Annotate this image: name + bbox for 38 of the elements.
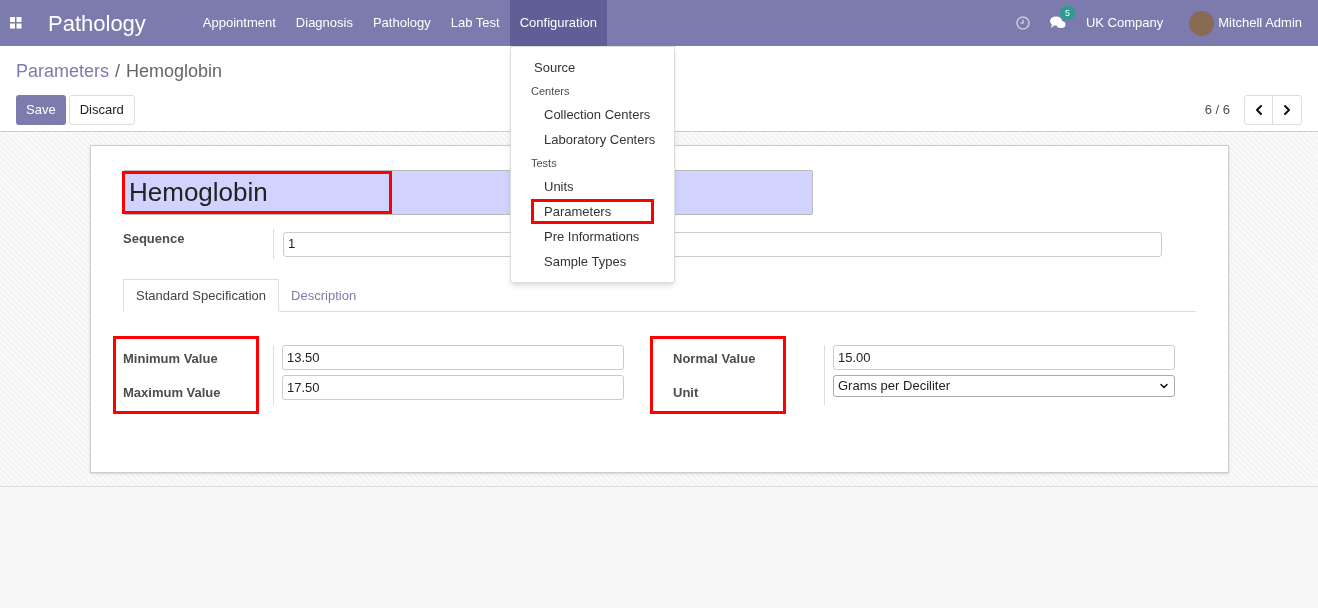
apps-grid-icon[interactable] xyxy=(10,17,22,29)
dropdown-item[interactable]: Parameters xyxy=(531,199,654,224)
field-label: Sequence xyxy=(123,230,186,248)
discard-button[interactable]: Discard xyxy=(68,95,135,125)
menu-item[interactable]: Configuration xyxy=(509,0,608,46)
value-field[interactable]: 13.50 xyxy=(282,345,624,370)
message-count-badge: 5 xyxy=(1059,6,1075,20)
app-name: Pathology xyxy=(48,9,146,38)
dropdown-item[interactable]: Source xyxy=(529,55,674,80)
menu-item[interactable]: Lab Test xyxy=(440,0,510,46)
menu-item[interactable]: Appointment xyxy=(192,0,286,46)
menu-item[interactable]: Pathology xyxy=(362,0,441,46)
pager-value: 6 / 6 xyxy=(1204,101,1230,120)
form-tab[interactable]: Standard Specification xyxy=(123,279,280,312)
chat-bubbles-icon[interactable] xyxy=(1049,16,1066,30)
save-button[interactable]: Save xyxy=(16,95,66,125)
form-tab[interactable]: Description xyxy=(279,279,369,312)
field-label: Maximum Value xyxy=(123,383,222,402)
menu-item[interactable]: Diagnosis xyxy=(285,0,363,46)
dropdown-item[interactable]: Laboratory Centers xyxy=(531,127,674,152)
name-field[interactable]: Hemoglobin xyxy=(122,171,392,214)
field-label: Unit xyxy=(673,383,700,402)
unit-select[interactable]: Grams per Deciliter xyxy=(833,375,1175,397)
dropdown-item[interactable]: Units xyxy=(531,174,674,199)
breadcrumb-current: Hemoglobin xyxy=(126,60,223,83)
breadcrumb-link[interactable]: Parameters xyxy=(16,58,110,85)
menu-section-header: Centers xyxy=(530,83,571,99)
avatar-placeholder xyxy=(1189,10,1215,36)
field-label: Normal Value xyxy=(673,350,757,368)
company-name[interactable]: UK Company xyxy=(1085,13,1164,33)
clock-icon[interactable] xyxy=(1015,16,1030,30)
breadcrumb-separator: / xyxy=(115,60,121,83)
value-field[interactable]: 15.00 xyxy=(833,345,1175,370)
menu-section-header: Tests xyxy=(530,155,558,171)
field-label: Minimum Value xyxy=(123,350,219,368)
user-name[interactable]: Mitchell Admin xyxy=(1218,13,1302,33)
dropdown-item[interactable]: Collection Centers xyxy=(531,102,674,127)
value-field[interactable]: 17.50 xyxy=(282,375,624,400)
